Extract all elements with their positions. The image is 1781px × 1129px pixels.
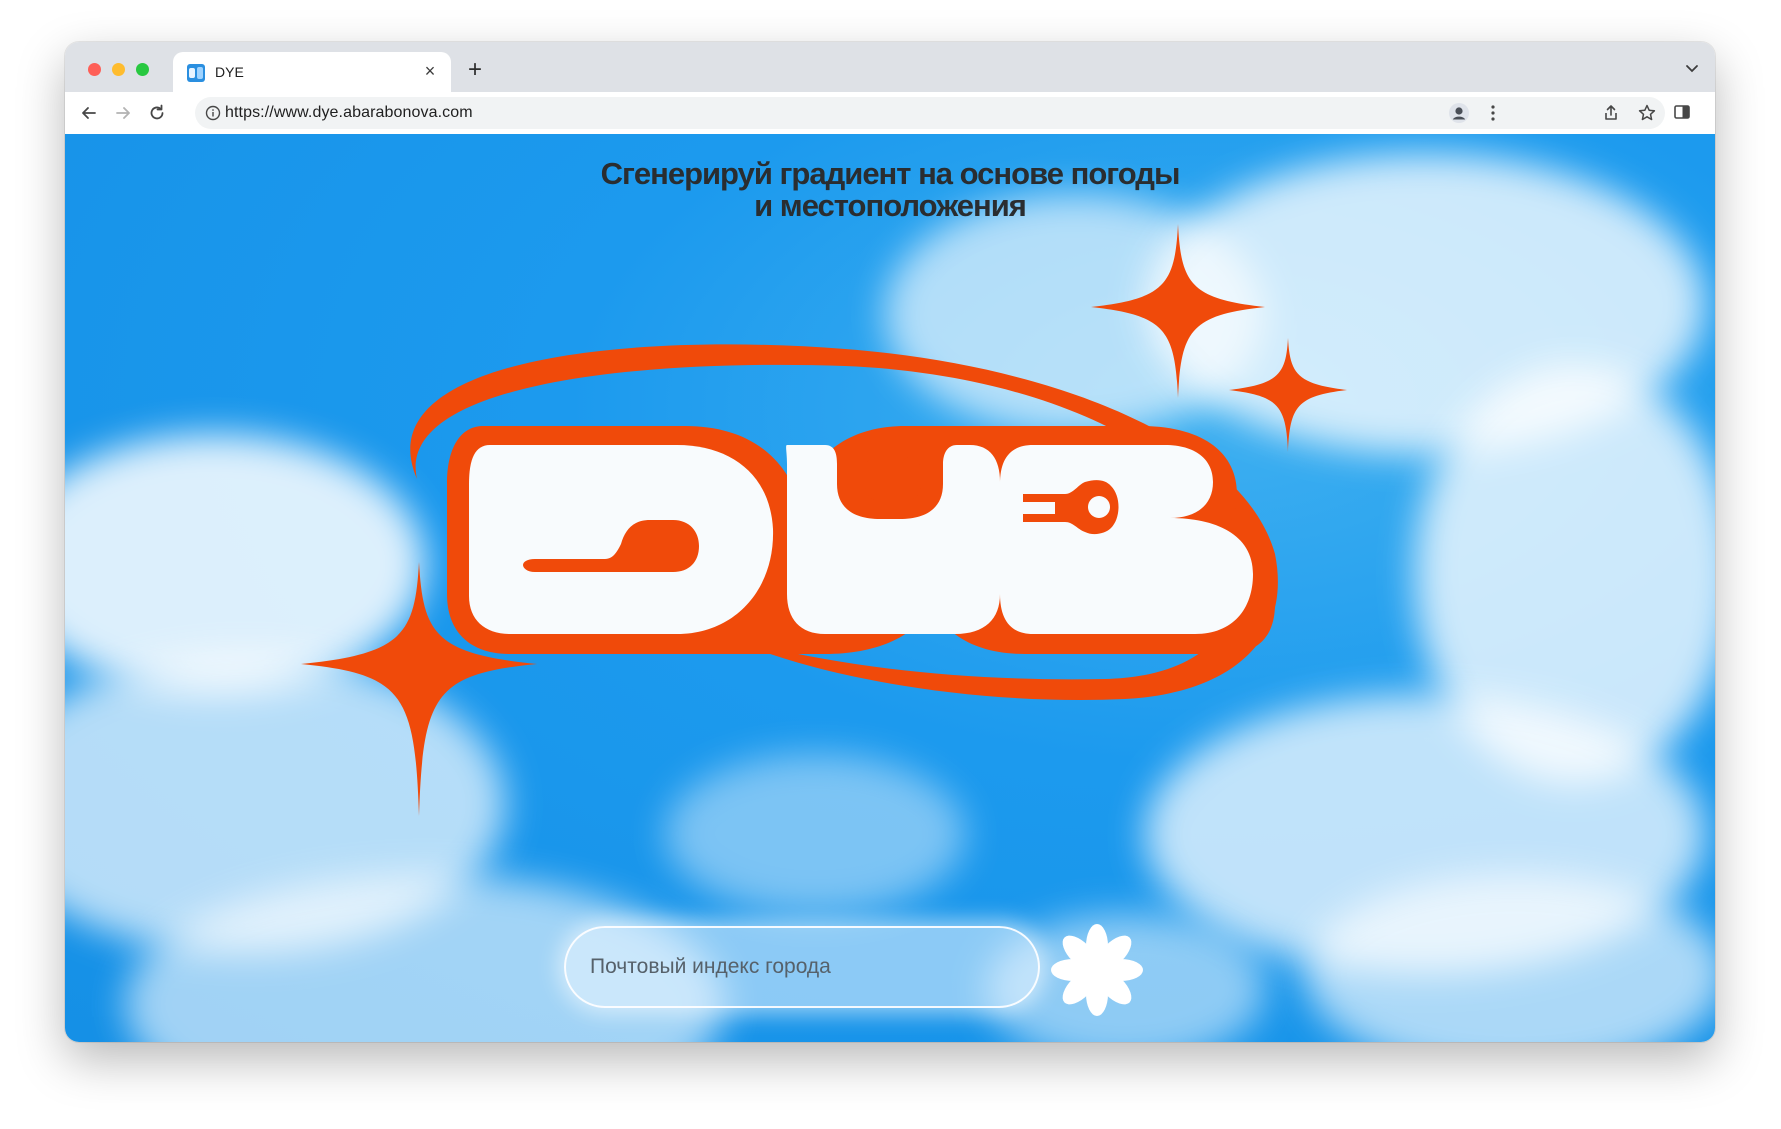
tab-title: DYE [215, 64, 244, 80]
reload-button[interactable] [145, 101, 169, 125]
back-button[interactable] [77, 101, 101, 125]
browser-menu-button[interactable] [1481, 101, 1505, 125]
arrow-left-icon [82, 107, 96, 119]
bookmark-star-icon[interactable] [1637, 103, 1657, 123]
tab-close-icon[interactable]: × [419, 60, 441, 82]
fullscreen-window-button[interactable] [136, 63, 149, 76]
logo-letters [447, 426, 1275, 654]
tab-search-chevron-icon[interactable] [1683, 59, 1701, 77]
reload-icon [150, 104, 164, 120]
url-text: https://www.dye.abarabonova.com [225, 104, 473, 121]
share-icon[interactable] [1601, 103, 1621, 123]
close-window-button[interactable] [88, 63, 101, 76]
dye-favicon-icon [187, 64, 205, 82]
address-bar[interactable]: https://www.dye.abarabonova.com [195, 97, 1665, 129]
kebab-menu-icon [1491, 105, 1495, 121]
browser-window: DYE × + https://www.dye.abarabonova.com … [65, 42, 1715, 1042]
side-panel-button[interactable] [1670, 100, 1694, 124]
postal-code-input[interactable] [564, 926, 1040, 1008]
site-info-icon[interactable] [205, 105, 221, 121]
new-tab-button[interactable]: + [462, 57, 488, 83]
avatar-icon [1449, 103, 1469, 123]
side-panel-icon [1674, 105, 1690, 119]
arrow-right-icon [116, 107, 130, 119]
minimize-window-button[interactable] [112, 63, 125, 76]
forward-button[interactable] [111, 101, 135, 125]
tab-dye[interactable]: DYE × [173, 52, 451, 92]
page-content: Сгенерируй градиент на основе погоды и м… [65, 134, 1715, 1042]
white-asterisk-flower-icon[interactable] [1051, 924, 1143, 1016]
dye-logo [301, 224, 1347, 816]
profile-button[interactable] [1447, 101, 1471, 125]
tab-strip: DYE × + [65, 42, 1715, 92]
